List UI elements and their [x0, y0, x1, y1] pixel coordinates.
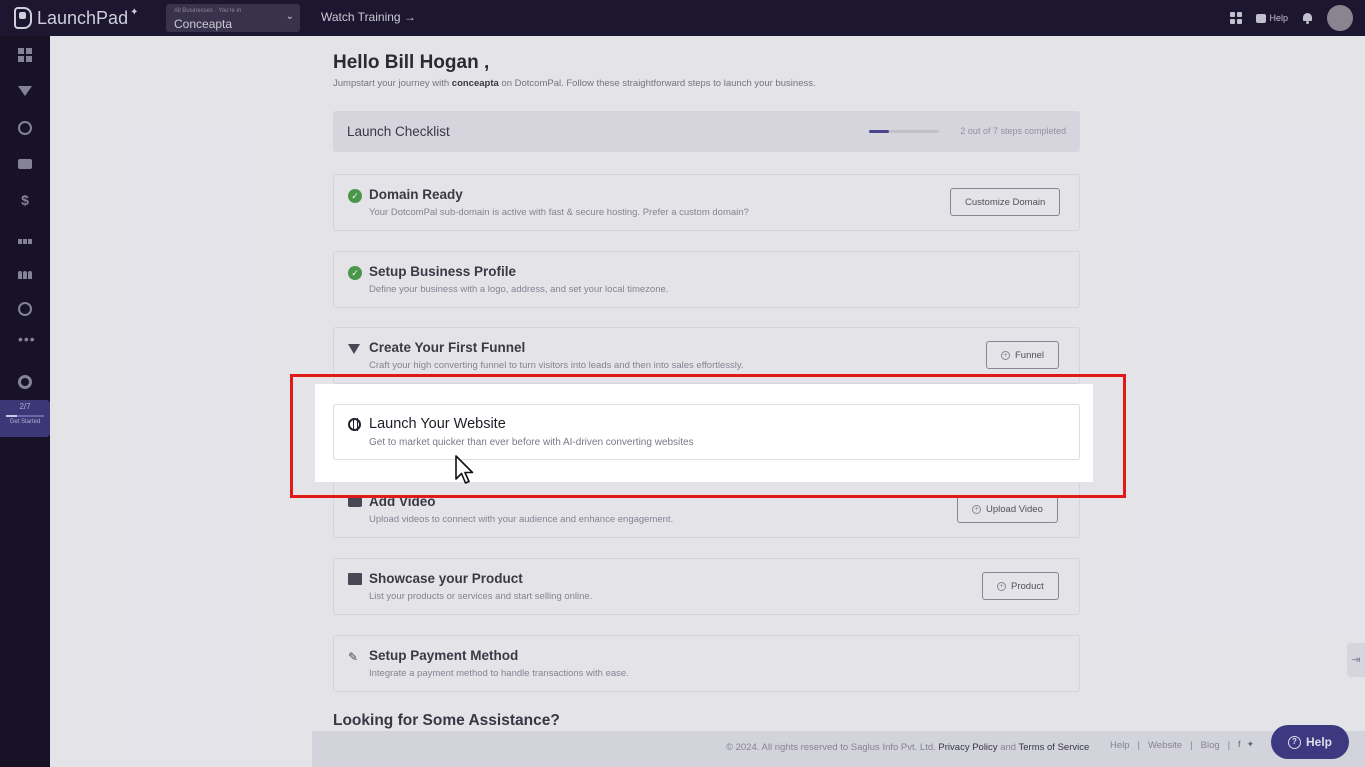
- checklist-title: Launch Checklist: [347, 124, 450, 139]
- step-title: Setup Business Profile: [369, 264, 517, 279]
- checklist-header: Launch Checklist 2 out of 7 steps comple…: [333, 111, 1080, 152]
- logo-text: LaunchPad: [37, 7, 129, 28]
- copyright: © 2024. All rights reserved to Saglus In…: [726, 742, 1089, 753]
- video-icon[interactable]: [18, 159, 32, 169]
- page-subtitle: Jumpstart your journey with conceapta on…: [333, 78, 816, 89]
- funnel-button[interactable]: + Funnel: [986, 341, 1060, 369]
- social-links: f ✦: [1238, 739, 1254, 750]
- apps-grid-icon[interactable]: [1230, 12, 1243, 24]
- customize-domain-button[interactable]: Customize Domain: [950, 188, 1061, 216]
- funnel-nav[interactable]: [18, 86, 32, 100]
- privacy-policy-link[interactable]: Privacy Policy: [938, 742, 997, 753]
- progress-label: Get Started: [9, 419, 41, 425]
- sidebar: $ ••• 2/7 Get Started: [0, 36, 50, 767]
- step-title: Domain Ready: [369, 187, 463, 202]
- avatar[interactable]: [1327, 5, 1353, 31]
- top-bar: LaunchPad ✦ All Businesses · You're in C…: [0, 0, 1365, 36]
- plus-icon: +: [972, 504, 981, 514]
- and-text: and: [1000, 742, 1017, 753]
- chevron-down-icon: ⌄: [285, 11, 294, 22]
- check-circle-icon: ✓: [348, 189, 362, 203]
- separator: |: [1190, 740, 1193, 751]
- footer-blog-link[interactable]: Blog: [1201, 740, 1220, 751]
- watch-training-link[interactable]: Watch Training →: [321, 10, 416, 24]
- dollar-icon[interactable]: $: [18, 193, 32, 207]
- box-icon: [348, 573, 362, 585]
- step-desc: List your products or services and start…: [369, 591, 593, 602]
- more-icon[interactable]: •••: [18, 332, 35, 349]
- checklist-progress-fill: [869, 130, 889, 133]
- separator: |: [1227, 740, 1231, 751]
- terms-link[interactable]: Terms of Service: [1019, 742, 1090, 753]
- step-showcase-product: Showcase your Product List your products…: [333, 558, 1080, 615]
- funnel-icon: [348, 344, 360, 354]
- pen-icon: ✎: [348, 650, 359, 664]
- get-started-progress[interactable]: 2/7 Get Started: [0, 400, 50, 437]
- globe-icon[interactable]: [18, 121, 32, 135]
- checklist-progress-bar: [869, 130, 939, 133]
- clock-icon[interactable]: [18, 302, 32, 316]
- upload-video-label: Upload Video: [986, 503, 1043, 515]
- step-domain-ready: ✓ Domain Ready Your DotcomPal sub-domain…: [333, 174, 1080, 231]
- help-chat-button[interactable]: ? Help: [1271, 725, 1349, 759]
- contacts-icon[interactable]: [18, 265, 32, 279]
- step-business-profile: ✓ Setup Business Profile Define your bus…: [333, 251, 1080, 308]
- plus-icon: +: [997, 581, 1006, 591]
- products-icon[interactable]: [18, 230, 32, 244]
- twitter-icon[interactable]: ✦: [1247, 739, 1255, 750]
- funnel-button-label: Funnel: [1015, 349, 1045, 361]
- step-title: Create Your First Funnel: [369, 340, 526, 355]
- step-desc: Your DotcomPal sub-domain is active with…: [369, 207, 749, 218]
- rocket-icon: ✦: [130, 6, 139, 18]
- highlight-frame: [290, 374, 1126, 498]
- step-desc: Integrate a payment method to handle tra…: [369, 668, 629, 679]
- launchpad-logo-icon: [14, 7, 32, 29]
- footer-website-link[interactable]: Website: [1148, 740, 1182, 751]
- help-bubble-icon: [1256, 13, 1267, 23]
- product-button[interactable]: + Product: [982, 572, 1059, 600]
- subtitle-pre: Jumpstart your journey with: [333, 78, 452, 89]
- progress-bar: [6, 415, 44, 417]
- step-desc: Upload videos to connect with your audie…: [369, 514, 674, 525]
- upload-video-button[interactable]: + Upload Video: [957, 495, 1058, 523]
- footer-links: Help | Website | Blog |: [1110, 740, 1230, 751]
- collapse-panel-icon[interactable]: ⇥: [1347, 643, 1365, 677]
- checklist-progress-text: 2 out of 7 steps completed: [960, 126, 1066, 136]
- product-button-label: Product: [1011, 580, 1044, 592]
- step-title: Setup Payment Method: [369, 648, 519, 663]
- subtitle-post: on DotcomPal. Follow these straightforwa…: [498, 78, 816, 89]
- business-caption: All Businesses · You're in: [174, 8, 242, 14]
- funnel-icon: [18, 86, 32, 96]
- dashboard-icon[interactable]: [18, 48, 32, 62]
- copyright-text: © 2024. All rights reserved to Saglus In…: [726, 742, 936, 753]
- check-circle-icon: ✓: [348, 266, 362, 280]
- plus-icon: +: [1001, 350, 1010, 360]
- mouse-cursor-icon: [455, 455, 474, 484]
- question-icon: ?: [1287, 735, 1301, 749]
- footer: © 2024. All rights reserved to Saglus In…: [312, 731, 1365, 767]
- help-link[interactable]: Help: [1256, 13, 1288, 23]
- help-chat-label: Help: [1305, 735, 1332, 749]
- page-title: Hello Bill Hogan ,: [333, 52, 490, 73]
- step-payment-method: ✎ Setup Payment Method Integrate a payme…: [333, 635, 1080, 692]
- business-selector[interactable]: All Businesses · You're in Conceapta ⌄: [166, 4, 300, 32]
- footer-help-link[interactable]: Help: [1110, 740, 1130, 751]
- step-desc: Define your business with a logo, addres…: [369, 284, 669, 295]
- step-title: Showcase your Product: [369, 571, 523, 586]
- gear-icon[interactable]: [18, 375, 32, 389]
- bell-icon[interactable]: [1302, 12, 1313, 24]
- progress-bar-fill: [6, 415, 17, 417]
- step-desc: Craft your high converting funnel to tur…: [369, 360, 744, 371]
- progress-fraction: 2/7: [19, 402, 31, 411]
- help-link-label: Help: [1269, 13, 1288, 23]
- subtitle-brand: conceapta: [451, 78, 499, 89]
- facebook-icon[interactable]: f: [1238, 739, 1241, 750]
- assistance-heading: Looking for Some Assistance?: [333, 712, 560, 729]
- business-name: Conceapta: [174, 17, 233, 31]
- separator: |: [1137, 740, 1141, 751]
- logo[interactable]: LaunchPad ✦: [14, 7, 164, 29]
